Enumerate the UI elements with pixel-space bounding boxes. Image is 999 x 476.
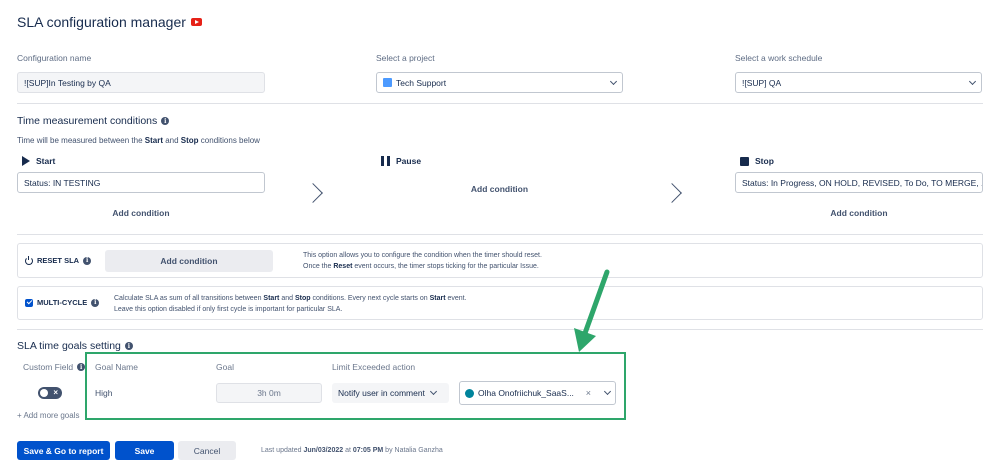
- schedule-select[interactable]: ![SUP] QA: [735, 72, 982, 93]
- goals-title: SLA time goals setting i: [17, 340, 133, 352]
- info-icon[interactable]: i: [77, 363, 86, 371]
- add-more-goals-link[interactable]: + Add more goals: [17, 411, 79, 420]
- stop-header: Stop: [740, 156, 774, 166]
- chevron-right-icon: [303, 183, 323, 203]
- goal-name-value: High: [95, 388, 113, 398]
- youtube-icon[interactable]: [190, 18, 202, 26]
- limit-action-header: Limit Exceeded action: [332, 362, 416, 372]
- start-add-condition[interactable]: Add condition: [17, 208, 265, 218]
- schedule-label: Select a work schedule: [735, 53, 823, 63]
- chevron-down-icon: [968, 77, 977, 85]
- chevron-down-icon: [609, 77, 618, 85]
- goal-time-input[interactable]: 3h 0m: [216, 383, 322, 403]
- stop-condition[interactable]: Status: In Progress, ON HOLD, REVISED, T…: [735, 172, 983, 193]
- cancel-button[interactable]: Cancel: [178, 441, 236, 460]
- chevron-down-icon: [603, 387, 612, 396]
- clear-icon[interactable]: ×: [586, 388, 591, 398]
- avatar: [465, 388, 474, 398]
- pause-header: Pause: [381, 156, 421, 166]
- page-title: SLA configuration manager: [17, 14, 202, 30]
- project-select[interactable]: Tech Support: [376, 72, 623, 93]
- annotation-arrow-icon: [574, 269, 610, 352]
- play-icon: [22, 156, 30, 166]
- goal-name-header: Goal Name: [95, 362, 138, 372]
- reset-add-condition-button[interactable]: Add condition: [105, 250, 273, 272]
- multi-cycle-checkbox[interactable]: [25, 298, 33, 307]
- pause-icon: [381, 156, 390, 166]
- chevron-right-icon: [662, 183, 682, 203]
- config-name-label: Configuration name: [17, 53, 92, 63]
- save-and-go-to-report-button[interactable]: Save & Go to report: [17, 441, 110, 460]
- stop-add-condition[interactable]: Add condition: [735, 208, 983, 218]
- project-label: Select a project: [376, 53, 435, 63]
- save-button[interactable]: Save: [115, 441, 174, 460]
- power-icon: [25, 255, 33, 265]
- pause-add-condition[interactable]: Add condition: [376, 184, 623, 194]
- info-icon[interactable]: i: [91, 298, 100, 307]
- info-icon[interactable]: i: [161, 117, 170, 125]
- project-avatar-icon: [383, 78, 392, 87]
- start-condition[interactable]: Status: IN TESTING: [17, 172, 265, 193]
- start-header: Start: [22, 156, 55, 166]
- chevron-down-icon: [429, 387, 437, 396]
- goal-header: Goal: [216, 362, 234, 372]
- config-name-input[interactable]: ![SUP]In Testing by QA: [17, 72, 265, 93]
- stop-icon: [740, 156, 749, 166]
- limit-action-select[interactable]: Notify user in comment: [332, 383, 449, 403]
- reset-sla-label: RESET SLA i: [25, 255, 92, 265]
- user-select[interactable]: Olha Onofriichuk_SaaS... ×: [459, 381, 616, 405]
- last-updated-text: Last updated Jun/03/2022 at 07:05 PM by …: [261, 447, 443, 454]
- divider: [17, 234, 983, 235]
- multi-cycle-help: Calculate SLA as sum of all transitions …: [114, 295, 467, 313]
- info-icon[interactable]: i: [83, 256, 92, 265]
- divider: [17, 329, 983, 330]
- divider: [17, 103, 983, 104]
- time-measurement-title: Time measurement conditions i: [17, 115, 170, 127]
- custom-field-label: Custom Field i: [23, 362, 86, 372]
- custom-field-toggle[interactable]: ×: [38, 387, 62, 399]
- reset-sla-help: This option allows you to configure the …: [303, 252, 542, 270]
- multi-cycle-label: MULTI-CYCLE i: [25, 298, 100, 307]
- info-icon[interactable]: i: [124, 342, 133, 350]
- time-measurement-description: Time will be measured between the Start …: [17, 136, 260, 145]
- close-icon: ×: [53, 388, 58, 397]
